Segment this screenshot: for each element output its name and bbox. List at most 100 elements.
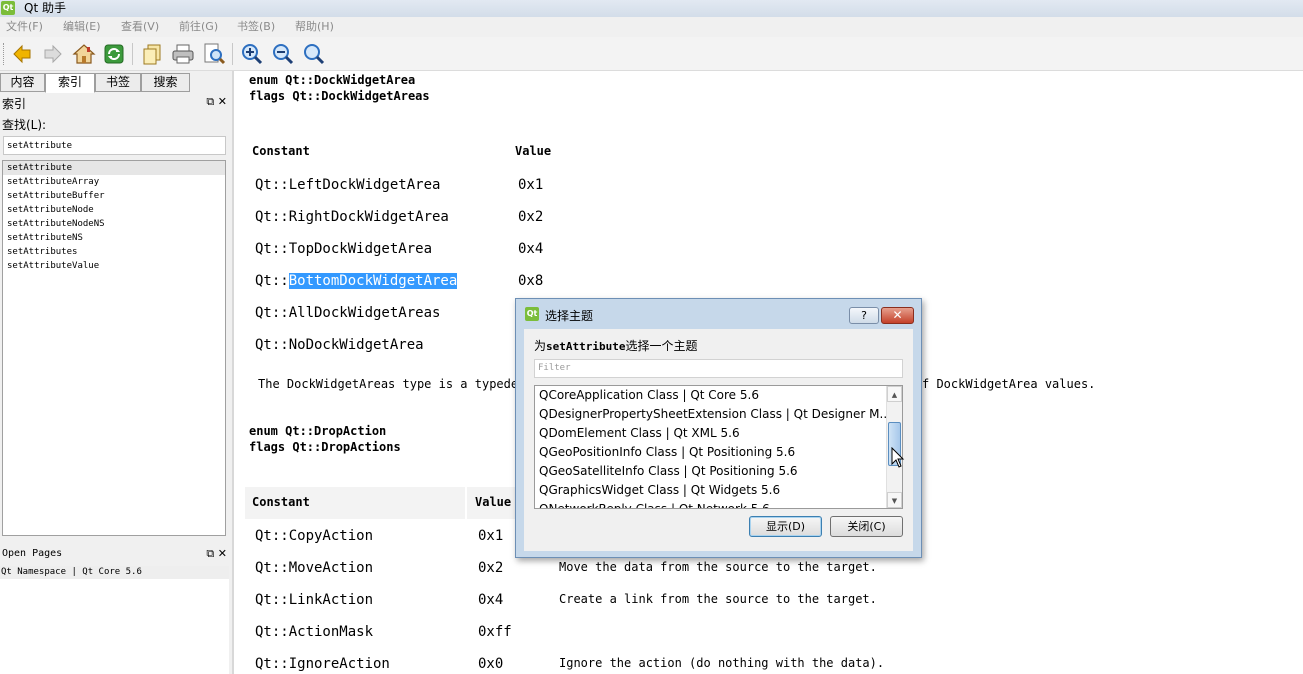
constant-description: Ignore the action (do nothing with the d… <box>559 656 885 670</box>
close-button[interactable]: ✕ <box>881 307 914 324</box>
typedef-description-right: f DockWidgetArea values. <box>922 377 1096 391</box>
header-constant: Constant <box>252 144 310 158</box>
open-pages-title: Open Pages <box>2 548 63 559</box>
menu-bar: 文件(F) 编辑(E) 查看(V) 前往(G) 书签(B) 帮助(H) <box>0 17 1303 37</box>
list-item[interactable]: setAttributeValue <box>3 259 225 273</box>
list-item[interactable]: setAttribute <box>3 161 225 175</box>
mouse-cursor-icon <box>891 447 905 468</box>
choose-topic-dialog: Qt 选择主题 ? ✕ 为setAttribute选择一个主题 Filter Q… <box>515 298 922 558</box>
toolbar <box>0 37 1303 71</box>
menu-view[interactable]: 查看(V) <box>121 17 159 37</box>
tab-index[interactable]: 索引 <box>45 73 95 93</box>
toolbar-separator <box>132 43 133 65</box>
float-icon[interactable]: ⧉ <box>206 95 214 108</box>
show-button[interactable]: 显示(D) <box>749 516 822 537</box>
toolbar-grip[interactable] <box>3 43 6 65</box>
list-item[interactable]: QDesignerPropertySheetExtension Class | … <box>535 405 902 424</box>
constant-name: Qt::ActionMask <box>255 624 374 640</box>
constant-value: 0x4 <box>478 592 504 608</box>
close-icon[interactable]: ✕ <box>218 95 227 108</box>
sidebar-panel: 内容 索引 书签 搜索 索引 ⧉ ✕ 查找(L): setAttribute s… <box>0 71 233 674</box>
tab-search[interactable]: 搜索 <box>141 73 190 92</box>
enum-dockwidgetarea: enum Qt::DockWidgetArea <box>249 73 416 87</box>
zoom-in-icon[interactable] <box>239 41 265 67</box>
topic-list[interactable]: QCoreApplication Class | Qt Core 5.6 QDe… <box>534 385 903 509</box>
find-label: 查找(L): <box>2 118 47 132</box>
close-icon[interactable]: ✕ <box>218 547 227 560</box>
flags-dockwidgetareas: flags Qt::DockWidgetAreas <box>249 89 430 103</box>
list-item[interactable]: QCoreApplication Class | Qt Core 5.6 <box>535 386 902 405</box>
prompt-keyword: setAttribute <box>546 340 626 353</box>
flags-dropactions: flags Qt::DropActions <box>249 440 401 454</box>
constant-name: Qt::RightDockWidgetArea <box>255 209 449 225</box>
constant-name: Qt::CopyAction <box>255 528 374 544</box>
constant-value: 0x2 <box>518 209 544 225</box>
list-item[interactable]: QDomElement Class | Qt XML 5.6 <box>535 424 902 443</box>
menu-file[interactable]: 文件(F) <box>6 17 43 37</box>
menu-help[interactable]: 帮助(H) <box>295 17 334 37</box>
constant-name: Qt::MoveAction <box>255 560 374 576</box>
index-search-input[interactable] <box>3 136 226 155</box>
constant-value: 0x1 <box>478 528 504 544</box>
constant-description: Move the data from the source to the tar… <box>559 560 877 574</box>
constant-name: Qt::TopDockWidgetArea <box>255 241 433 257</box>
list-item[interactable]: setAttributeNodeNS <box>3 217 225 231</box>
scroll-down-icon[interactable]: ▼ <box>887 492 902 508</box>
dialog-body: 为setAttribute选择一个主题 Filter QCoreApplicat… <box>524 329 913 551</box>
list-item[interactable]: QGeoPositionInfo Class | Qt Positioning … <box>535 443 902 462</box>
home-icon[interactable] <box>71 41 97 67</box>
float-icon[interactable]: ⧉ <box>206 547 214 560</box>
menu-bookmarks[interactable]: 书签(B) <box>237 17 275 37</box>
tab-bookmarks[interactable]: 书签 <box>95 73 141 92</box>
tab-contents[interactable]: 内容 <box>0 73 45 92</box>
constant-value: 0x8 <box>518 273 544 289</box>
typedef-description-left: The DockWidgetAreas type is a typedef <box>258 377 526 391</box>
dialog-close-button[interactable]: 关闭(C) <box>830 516 903 537</box>
open-page-item[interactable]: Qt Namespace | Qt Core 5.6 <box>0 566 229 579</box>
zoom-reset-icon[interactable] <box>301 41 327 67</box>
constant-name: Qt::LinkAction <box>255 592 374 608</box>
selected-text[interactable]: BottomDockWidgetArea <box>288 273 458 289</box>
dialog-title: 选择主题 <box>545 309 594 323</box>
sync-icon[interactable] <box>101 41 127 67</box>
constant-value: 0x1 <box>518 177 544 193</box>
list-item[interactable]: QGraphicsWidget Class | Qt Widgets 5.6 <box>535 481 902 500</box>
index-list[interactable]: setAttribute setAttributeArray setAttrib… <box>2 160 226 536</box>
constant-value: 0x4 <box>518 241 544 257</box>
constant-description: Create a link from the source to the tar… <box>559 592 877 606</box>
help-button[interactable]: ? <box>849 307 879 324</box>
constant-name: Qt::IgnoreAction <box>255 656 390 672</box>
list-item[interactable]: setAttributeNS <box>3 231 225 245</box>
open-pages-dock-buttons: ⧉ ✕ <box>206 547 227 561</box>
enum-dropaction: enum Qt::DropAction <box>249 424 387 438</box>
constant-name-prefix: Qt:: <box>255 273 289 289</box>
find-icon[interactable] <box>201 41 227 67</box>
filter-input[interactable]: Filter <box>534 359 903 378</box>
title-bar: Qt Qt 助手 <box>0 0 1303 17</box>
prompt-prefix: 为 <box>534 339 547 353</box>
list-item[interactable]: setAttributeBuffer <box>3 189 225 203</box>
list-item[interactable]: setAttributeNode <box>3 203 225 217</box>
window-title: Qt 助手 <box>24 1 66 15</box>
menu-go[interactable]: 前往(G) <box>179 17 218 37</box>
open-pages-list: Qt Namespace | Qt Core 5.6 <box>0 566 229 674</box>
list-item[interactable]: QNetworkReply Class | Qt Network 5.6 <box>535 500 902 508</box>
zoom-out-icon[interactable] <box>270 41 296 67</box>
forward-arrow-icon[interactable] <box>40 41 66 67</box>
list-item[interactable]: setAttributeArray <box>3 175 225 189</box>
list-item[interactable]: setAttributes <box>3 245 225 259</box>
menu-edit[interactable]: 编辑(E) <box>63 17 101 37</box>
index-dock-buttons: ⧉ ✕ <box>206 95 227 109</box>
constant-name: Qt::NoDockWidgetArea <box>255 337 424 353</box>
constant-name: Qt::LeftDockWidgetArea <box>255 177 441 193</box>
qt-app-icon: Qt <box>525 307 539 321</box>
index-dock-title: 索引 <box>2 97 27 111</box>
scroll-up-icon[interactable]: ▲ <box>887 386 902 402</box>
copy-icon[interactable] <box>139 41 165 67</box>
back-arrow-icon[interactable] <box>9 41 35 67</box>
constant-value: 0xff <box>478 624 512 640</box>
list-item[interactable]: QGeoSatelliteInfo Class | Qt Positioning… <box>535 462 902 481</box>
constant-value: 0x2 <box>478 560 504 576</box>
header-value: Value <box>515 144 552 158</box>
print-icon[interactable] <box>170 41 196 67</box>
